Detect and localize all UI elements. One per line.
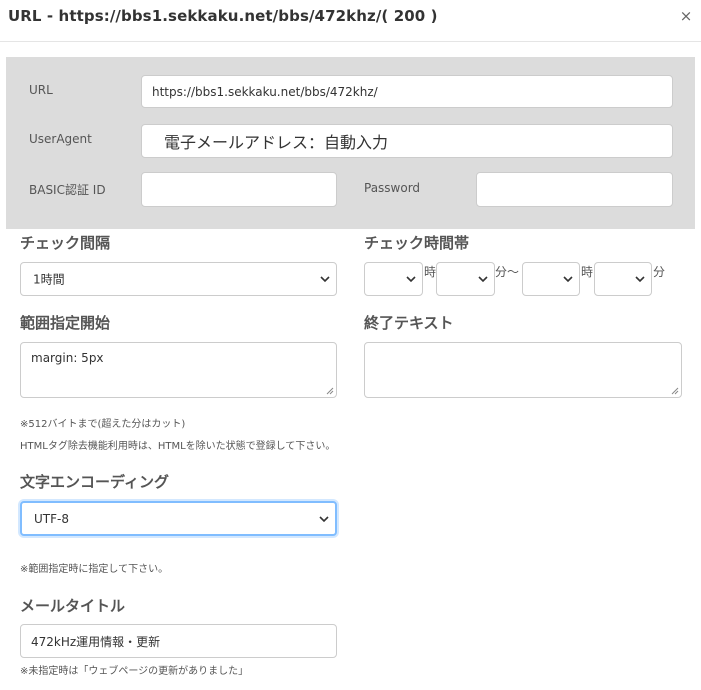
end-text-textarea[interactable] [364, 342, 682, 398]
to-hour-select[interactable] [522, 262, 580, 296]
check-interval-select[interactable]: 1時間 [20, 262, 337, 296]
chevron-down-icon [635, 276, 645, 283]
useragent-input[interactable]: 電子メールアドレス：自動入力 [141, 124, 673, 158]
encoding-selected: UTF-8 [34, 511, 69, 526]
useragent-input-value: 電子メールアドレス：自動入力 [164, 133, 389, 152]
from-minute-select[interactable] [436, 262, 495, 296]
modal-title: URL - https://bbs1.sekkaku.net/bbs/472kh… [8, 7, 438, 25]
mail-title-value: 472kHz運用情報・更新 [31, 634, 161, 649]
html-tag-note: HTMLタグ除去機能利用時は、HTMLを除いた状態で登録して下さい。 [20, 441, 336, 452]
encoding-heading: 文字エンコーディング [20, 473, 169, 491]
modal-header: URL - https://bbs1.sekkaku.net/bbs/472kh… [0, 0, 701, 42]
mail-title-heading: メールタイトル [20, 597, 126, 615]
close-icon: × [679, 7, 693, 25]
basic-id-label: BASIC認証 ID [29, 183, 106, 197]
resize-handle-icon[interactable] [671, 387, 679, 395]
encoding-select[interactable]: UTF-8 [20, 501, 337, 536]
chevron-down-icon [406, 276, 416, 283]
password-input[interactable] [476, 172, 673, 207]
close-button[interactable]: × [677, 6, 695, 26]
to-minute-unit: 分 [653, 265, 666, 279]
to-hour-unit: 時 [581, 265, 594, 279]
range-start-value: margin: 5px [31, 351, 104, 365]
chevron-down-icon [563, 276, 573, 283]
url-input[interactable]: https://bbs1.sekkaku.net/bbs/472khz/ [141, 75, 673, 108]
end-text-heading: 終了テキスト [364, 314, 454, 332]
range-start-textarea[interactable]: margin: 5px [20, 342, 337, 398]
to-minute-select[interactable] [594, 262, 652, 296]
chevron-down-icon [319, 515, 329, 522]
chevron-down-icon [478, 276, 488, 283]
check-interval-heading: チェック間隔 [20, 234, 111, 252]
url-label: URL [29, 83, 53, 97]
password-label: Password [364, 181, 421, 195]
from-hour-unit: 時 [424, 265, 437, 279]
mail-title-input[interactable]: 472kHz運用情報・更新 [20, 624, 337, 658]
mail-title-hint-note: ※未指定時は「ウェブページの更新がありました」 [20, 666, 249, 677]
range-start-heading: 範囲指定開始 [20, 314, 111, 332]
from-hour-select[interactable] [364, 262, 423, 296]
byte-limit-note: ※512バイトまで(超えた分はカット) [20, 419, 186, 430]
check-interval-selected: 1時間 [33, 272, 65, 287]
from-minute-unit: 分〜 [495, 265, 520, 279]
resize-handle-icon[interactable] [326, 387, 334, 395]
check-time-heading: チェック時間帯 [364, 234, 470, 252]
range-hint-note: ※範囲指定時に指定して下さい。 [20, 564, 169, 575]
basic-id-input[interactable] [141, 172, 337, 207]
chevron-down-icon [320, 276, 330, 283]
url-input-value: https://bbs1.sekkaku.net/bbs/472khz/ [152, 84, 378, 99]
useragent-label: UserAgent [29, 132, 92, 146]
